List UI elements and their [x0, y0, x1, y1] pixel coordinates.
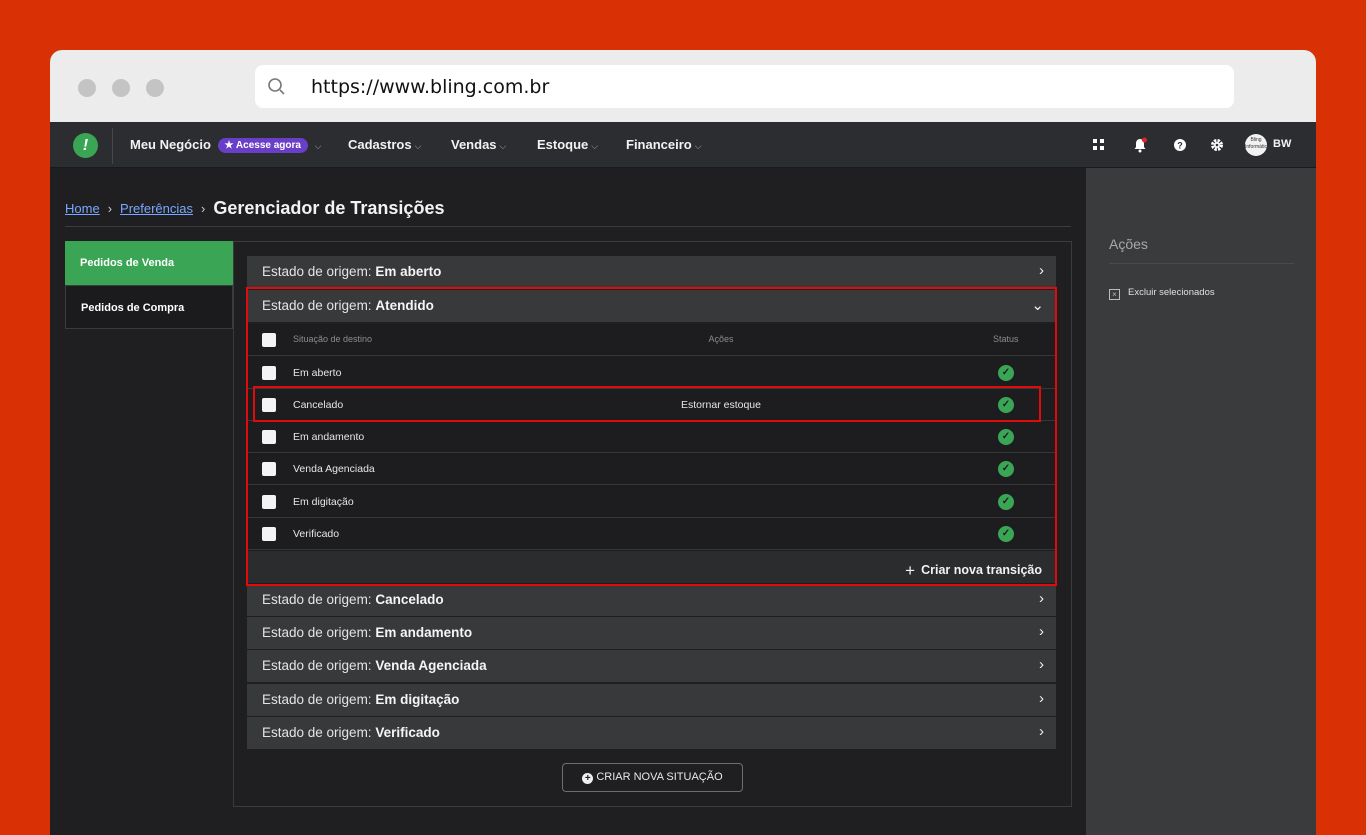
chevron-down-icon: ⌵ — [314, 141, 322, 151]
address-bar[interactable]: https://www.bling.com.br — [255, 65, 1234, 108]
highlight-cancelado-row — [253, 386, 1041, 422]
chevron-down-icon: ⌵ — [694, 141, 702, 151]
access-now-badge[interactable]: ★ Acesse agora — [217, 138, 308, 153]
chevron-right-icon: › — [1039, 262, 1044, 279]
highlight-atendido-section — [246, 287, 1057, 586]
nav-financeiro[interactable]: Financeiro ⌵ — [626, 137, 702, 152]
origin-name: Em aberto — [375, 264, 442, 279]
tab-purchase-orders[interactable]: Pedidos de Compra — [65, 285, 233, 329]
delete-icon: × — [1109, 289, 1120, 300]
origin-name: Venda Agenciada — [375, 658, 487, 673]
user-avatar[interactable]: Bling Informática — [1245, 134, 1270, 156]
origin-name: Cancelado — [375, 592, 444, 607]
nav-cadastros-label: Cadastros — [348, 137, 412, 152]
nav-vendas-label: Vendas — [451, 137, 497, 152]
origin-accordion-em-aberto[interactable]: Estado de origem: Em aberto › — [247, 256, 1056, 288]
browser-window: https://www.bling.com.br ! Meu Negócio ★… — [50, 50, 1316, 835]
origin-prefix: Estado de origem: — [262, 592, 372, 607]
user-initials[interactable]: BW — [1273, 138, 1291, 150]
logo-divider — [112, 128, 113, 164]
window-minimize-dot[interactable] — [112, 79, 130, 97]
tab-sales-orders[interactable]: Pedidos de Venda — [65, 241, 233, 285]
chevron-right-icon: › — [1039, 590, 1044, 607]
origin-accordion-venda-agenciada[interactable]: Estado de origem: Venda Agenciada › — [247, 650, 1056, 682]
breadcrumb-divider — [65, 226, 1071, 227]
help-icon[interactable]: ? — [1171, 136, 1189, 154]
avatar-text: Bling Informática — [1245, 137, 1270, 150]
chevron-right-icon: › — [107, 201, 113, 216]
top-navigation: ! Meu Negócio ★ Acesse agora ⌵ Cadastros… — [50, 122, 1316, 168]
nav-financeiro-label: Financeiro — [626, 137, 692, 152]
chevron-right-icon: › — [1039, 690, 1044, 707]
chevron-down-icon: ⌵ — [499, 141, 507, 151]
breadcrumb-home[interactable]: Home — [65, 201, 100, 216]
window-close-dot[interactable] — [78, 79, 96, 97]
chevron-right-icon: › — [1039, 656, 1044, 673]
origin-prefix: Estado de origem: — [262, 725, 372, 740]
origin-name: Em andamento — [375, 625, 473, 640]
nav-cadastros[interactable]: Cadastros ⌵ — [348, 137, 421, 152]
plus-circle-icon: + — [582, 773, 594, 784]
chevron-right-icon: › — [201, 201, 206, 216]
create-new-situation-label: CRIAR NOVA SITUAÇÃO — [596, 771, 723, 783]
chevron-down-icon: ⌵ — [591, 141, 599, 151]
nav-vendas[interactable]: Vendas ⌵ — [451, 137, 506, 152]
apps-grid-icon[interactable] — [1090, 136, 1108, 154]
chevron-right-icon: › — [1039, 723, 1044, 740]
origin-accordion-cancelado[interactable]: Estado de origem: Cancelado › — [247, 584, 1056, 616]
browser-chrome: https://www.bling.com.br — [50, 50, 1316, 122]
origin-accordion-em-digitacao[interactable]: Estado de origem: Em digitação › — [247, 684, 1056, 716]
breadcrumb-preferences[interactable]: Preferências — [120, 201, 193, 216]
origin-accordion-verificado[interactable]: Estado de origem: Verificado › — [247, 717, 1056, 749]
origin-prefix: Estado de origem: — [262, 264, 372, 279]
actions-panel-title: Ações — [1109, 236, 1148, 252]
origin-prefix: Estado de origem: — [262, 625, 372, 640]
access-now-label: Acesse agora — [235, 140, 301, 151]
origin-accordion-em-andamento[interactable]: Estado de origem: Em andamento › — [247, 617, 1056, 649]
bling-logo-icon[interactable]: ! — [73, 133, 98, 158]
gear-icon[interactable] — [1208, 136, 1226, 154]
delete-selected-button[interactable]: × Excluir selecionados — [1109, 287, 1215, 300]
create-new-situation-button[interactable]: + CRIAR NOVA SITUAÇÃO — [562, 763, 743, 792]
url-text: https://www.bling.com.br — [311, 76, 550, 98]
page-title: Gerenciador de Transições — [213, 198, 445, 218]
origin-prefix: Estado de origem: — [262, 692, 372, 707]
nav-estoque-label: Estoque — [537, 137, 589, 152]
origin-name: Verificado — [375, 725, 440, 740]
search-icon — [268, 78, 285, 95]
actions-panel-divider — [1109, 263, 1294, 264]
breadcrumb: Home › Preferências › Gerenciador de Transiç… — [65, 198, 444, 219]
origin-name: Em digitação — [375, 692, 460, 707]
nav-my-business[interactable]: Meu Negócio ★ Acesse agora ⌵ — [130, 137, 321, 153]
window-maximize-dot[interactable] — [146, 79, 164, 97]
svg-text:?: ? — [1177, 141, 1183, 151]
chevron-right-icon: › — [1039, 623, 1044, 640]
actions-panel: Ações × Excluir selecionados — [1086, 168, 1316, 835]
nav-estoque[interactable]: Estoque ⌵ — [537, 137, 598, 152]
notifications-bell-icon[interactable] — [1131, 136, 1149, 154]
nav-my-business-label: Meu Negócio — [130, 137, 211, 152]
chevron-down-icon: ⌵ — [414, 141, 422, 151]
delete-selected-label: Excluir selecionados — [1128, 287, 1215, 298]
origin-prefix: Estado de origem: — [262, 658, 372, 673]
